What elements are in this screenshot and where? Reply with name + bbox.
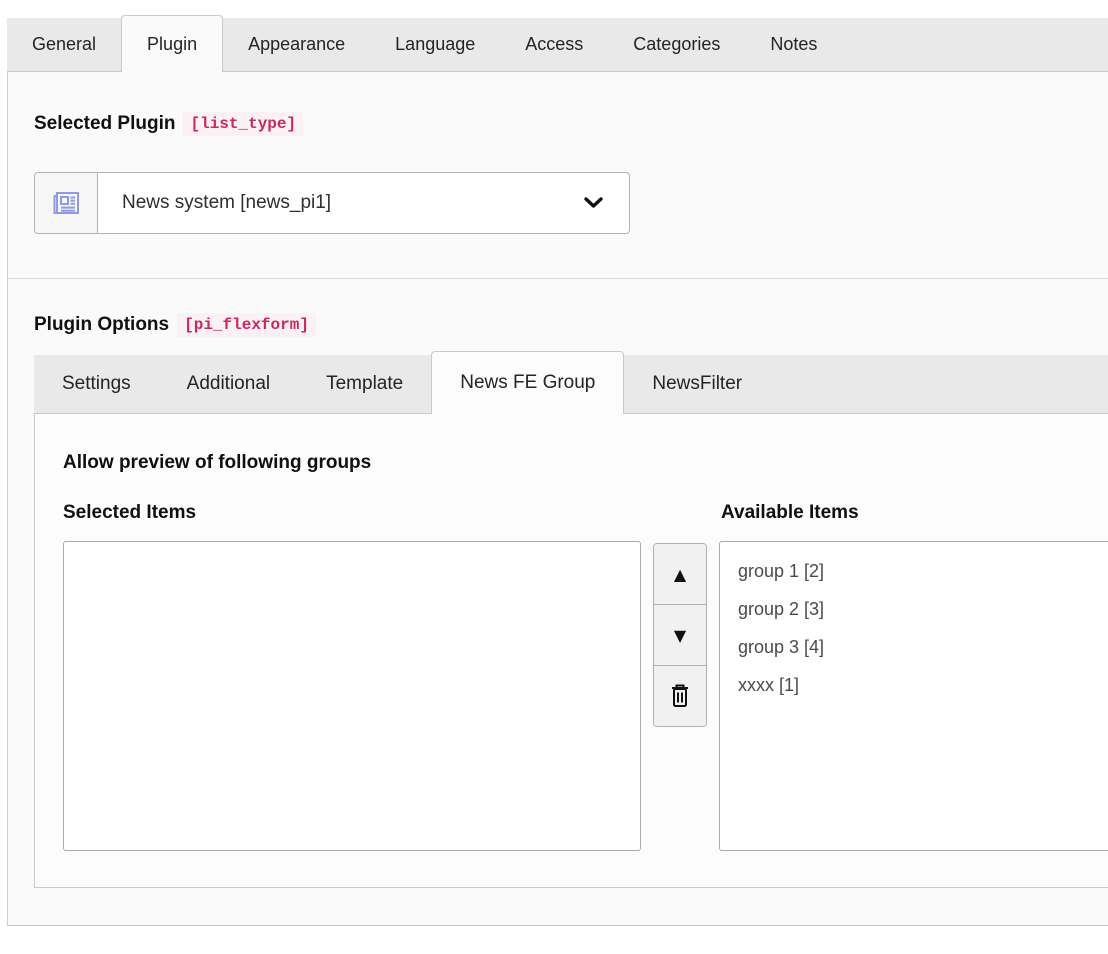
plugin-options-header: Plugin Options [pi_flexform]	[34, 313, 1108, 337]
plugin-options-section: Plugin Options [pi_flexform] Settings Ad…	[8, 279, 1108, 925]
newspaper-icon	[35, 173, 98, 233]
plugin-options-code: [pi_flexform]	[177, 313, 316, 337]
flexform-tab-panel: Allow preview of following groups Select…	[34, 413, 1108, 888]
list-option[interactable]: group 3 [4]	[720, 628, 1108, 666]
group-preview-heading: Allow preview of following groups	[63, 452, 1108, 476]
tab-access[interactable]: Access	[500, 18, 608, 71]
tab-appearance[interactable]: Appearance	[223, 18, 370, 71]
plugin-type-select[interactable]: News system [news_pi1]	[34, 172, 630, 234]
tab-news-fe-group[interactable]: News FE Group	[431, 351, 624, 414]
list-option[interactable]: group 2 [3]	[720, 590, 1108, 628]
trash-icon	[667, 682, 693, 710]
listbox-controls: ▲ ▼	[653, 543, 707, 727]
plugin-type-select-value: News system [news_pi1]	[122, 192, 331, 214]
arrow-down-icon: ▼	[674, 626, 686, 645]
record-tabbar: General Plugin Appearance Language Acces…	[7, 18, 1108, 72]
tab-general[interactable]: General	[7, 18, 121, 71]
selected-items-listbox[interactable]	[63, 541, 641, 851]
tab-plugin[interactable]: Plugin	[121, 15, 223, 72]
tab-settings[interactable]: Settings	[34, 355, 159, 413]
move-down-button[interactable]: ▼	[654, 605, 706, 666]
list-option[interactable]: xxxx [1]	[720, 666, 1108, 704]
selected-items-label: Selected Items	[63, 502, 721, 526]
move-up-button[interactable]: ▲	[654, 544, 706, 605]
list-option[interactable]: group 1 [2]	[720, 552, 1108, 590]
listbox-labels-row: Selected Items Available Items	[63, 502, 1108, 526]
remove-button[interactable]	[654, 666, 706, 726]
selected-plugin-label: Selected Plugin	[34, 113, 175, 135]
tab-additional[interactable]: Additional	[159, 355, 298, 413]
arrow-up-icon: ▲	[674, 565, 686, 584]
group-select-row: ▲ ▼	[63, 541, 1108, 851]
plugin-options-label: Plugin Options	[34, 314, 169, 336]
chevron-down-icon	[584, 197, 603, 209]
selected-plugin-section: Selected Plugin [list_type] News system …	[8, 72, 1108, 279]
plugin-type-select-body: News system [news_pi1]	[98, 173, 629, 233]
flexform-tabbar: Settings Additional Template News FE Gro…	[34, 355, 1108, 413]
available-items-label: Available Items	[721, 502, 859, 526]
tab-template[interactable]: Template	[298, 355, 431, 413]
tab-notes[interactable]: Notes	[745, 18, 842, 71]
selected-plugin-code: [list_type]	[183, 112, 303, 136]
tab-language[interactable]: Language	[370, 18, 500, 71]
selected-plugin-header: Selected Plugin [list_type]	[34, 112, 1108, 136]
tab-newsfilter[interactable]: NewsFilter	[624, 355, 770, 413]
tab-categories[interactable]: Categories	[608, 18, 745, 71]
available-items-listbox[interactable]: group 1 [2] group 2 [3] group 3 [4] xxxx…	[719, 541, 1108, 851]
tab-content-panel: Selected Plugin [list_type] News system …	[7, 72, 1108, 926]
